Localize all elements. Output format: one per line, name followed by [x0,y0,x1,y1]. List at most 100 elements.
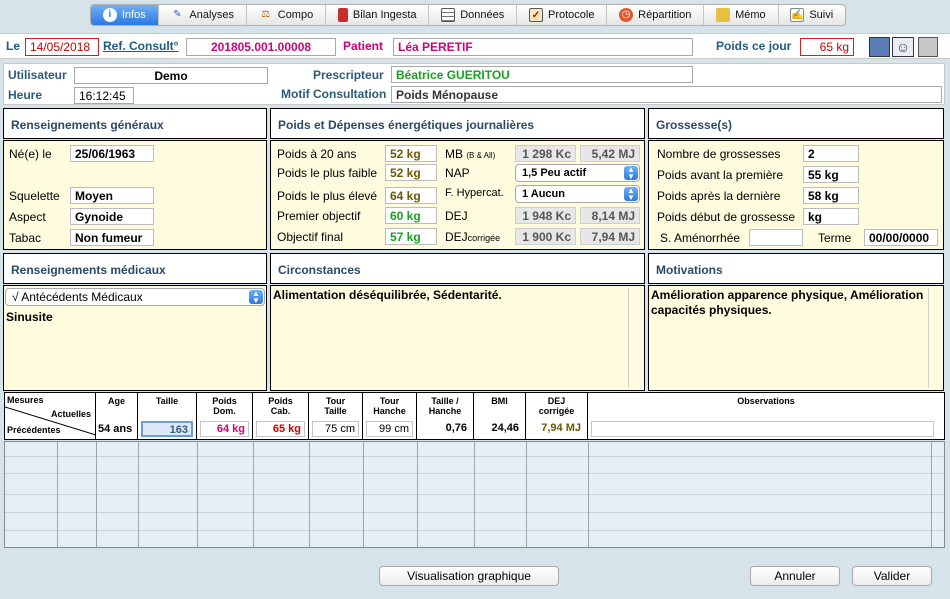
ref-consult-field[interactable]: 201805.001.00008 [186,38,336,56]
circonstances-title: Circonstances [270,253,645,284]
folder-icon [716,8,731,22]
poids-apres-field[interactable]: 58 kg [803,187,859,204]
poids-avant-field[interactable]: 55 kg [803,166,859,183]
poids-cab-field[interactable]: 65 kg [256,421,305,437]
motif-field[interactable]: Poids Ménopause [391,86,942,103]
circonstances-text: Alimentation déséquilibrée, Sédentarité. [273,288,502,302]
antecedents-select[interactable]: √ Antécédents Médicaux ▲ ▼ [5,288,265,306]
amenorrhee-label: S. Aménorrhée [660,231,741,245]
squelette-label: Squelette [9,189,60,203]
squelette-field[interactable]: Moyen [70,187,154,204]
ref-consult-link[interactable]: Ref. Consult° [103,39,178,53]
tour-hanche-header: Tour Hanche [373,396,406,416]
poids-dom-field[interactable]: 64 kg [200,421,249,437]
ne-field[interactable]: 25/06/1963 [70,145,154,162]
heure-field[interactable]: 16:12:45 [74,87,134,104]
grid-column [526,442,527,547]
tab-donnees[interactable]: Données [429,5,518,25]
utilisateur-label: Utilisateur [8,68,67,82]
observations-header: Observations [737,396,795,406]
tab-bilan-ingesta[interactable]: Bilan Ingesta [326,5,430,25]
dejc-mj-value: 7,94 MJ [580,228,640,245]
grid-column [57,442,58,547]
tour-taille-field[interactable]: 75 cm [312,421,359,437]
pfaible-label: Poids le plus faible [277,166,378,180]
utilisateur-field[interactable]: Demo [74,67,268,84]
poids-jour-label: Poids ce jour [716,39,792,53]
mb-mj-value: 5,42 MJ [580,145,640,162]
grid-column [363,442,364,547]
nb-grossesses-field[interactable]: 2 [803,145,859,162]
bmi-col: BMI 24,46 [474,393,526,439]
poids-debut-field[interactable]: kg [803,208,859,225]
nap-label: NAP [445,166,470,180]
fhyp-select-arrow-icon: ▲ ▼ [624,187,638,202]
terme-field[interactable]: 00/00/0000 [864,229,938,246]
motif-label: Motif Consultation [281,87,387,101]
mb-kc-value: 1 298 Kc [515,145,576,162]
ne-label: Né(e) le [9,147,52,161]
tabac-field[interactable]: Non fumeur [70,229,154,246]
obj1-field[interactable]: 60 kg [385,207,437,224]
objf-field[interactable]: 57 kg [385,228,437,245]
id-card-icon[interactable] [869,37,890,57]
tour-hanche-col: Tour Hanche 99 cm [363,393,417,439]
aspect-field[interactable]: Gynoide [70,208,154,225]
bmi-value: 24,46 [491,422,519,434]
jar-icon [337,8,348,22]
validate-button[interactable]: Valider [852,566,932,586]
age-col: Age 54 ans [96,393,138,439]
grid-column [474,442,475,547]
tab-repartition[interactable]: ◷ Répartition [607,5,705,25]
medical-title: Renseignements médicaux [3,253,267,284]
graph-view-button[interactable]: Visualisation graphique [379,566,559,586]
taille-hanche-value: 0,76 [445,422,467,434]
grid-column [931,442,932,547]
tour-taille-header: Tour Taille [324,396,347,416]
grid-column [309,442,310,547]
grid-column [197,442,198,547]
diagonal-divider [5,406,96,436]
tab-suivi[interactable]: ✍ Suivi [779,5,846,25]
poids-jour-field[interactable]: 65 kg [800,38,854,56]
peleve-field[interactable]: 64 kg [385,187,437,204]
dej-kc-value: 1 948 Kc [515,207,576,224]
tab-memo[interactable]: Mémo [704,5,779,25]
fhyp-select[interactable]: 1 Aucun ▲ ▼ [515,185,640,203]
pfaible-field[interactable]: 52 kg [385,164,437,181]
dej-label: DEJ [445,209,468,223]
scale-icon: ⚖ [261,9,271,20]
motivations-textarea[interactable]: Amélioration apparence physique, Amélior… [651,288,929,388]
gray-square-icon[interactable] [918,37,938,57]
date-field[interactable]: 14/05/2018 [25,38,99,56]
info-icon: i [102,8,117,22]
tab-compo[interactable]: ⚖ Compo [247,5,327,25]
nap-select[interactable]: 1,5 Peu actif ▲ ▼ [515,164,640,182]
grid-column [588,442,589,547]
fhyp-label: F. Hypercat. [445,187,504,199]
tour-hanche-field[interactable]: 99 cm [366,421,413,437]
general-title: Renseignements généraux [3,108,267,139]
circonstances-textarea[interactable]: Alimentation déséquilibrée, Sédentarité. [273,288,629,388]
patient-field[interactable]: Léa PERETIF [393,38,693,56]
prescripteur-field[interactable]: Béatrice GUERITOU [391,66,693,83]
doctor-icon[interactable]: ☺ [892,37,914,57]
taille-header: Taille [155,396,179,406]
p20-field[interactable]: 52 kg [385,145,437,162]
tab-protocole[interactable]: ✓ Protocole [517,5,608,25]
dej-mj-value: 8,14 MJ [580,207,640,224]
amenorrhee-field[interactable] [749,229,803,246]
tab-analyses[interactable]: ✎ Analyses [159,5,247,25]
taille-col: Taille 163 [138,393,197,439]
cancel-button[interactable]: Annuler [750,566,840,586]
medical-text[interactable]: Sinusite [6,310,53,324]
poids-dom-header: Poids Dom. [212,396,237,416]
history-grid[interactable] [4,441,945,548]
taille-field[interactable]: 163 [141,421,193,437]
dej-corrigee-col: DEJ corrigée 7,94 MJ [526,393,588,439]
grid-column [253,442,254,547]
tab-infos[interactable]: i Infos [91,5,159,25]
peleve-label: Poids le plus élevé [277,189,378,203]
observations-field[interactable] [591,421,934,437]
poids-apres-label: Poids après la dernière [657,189,781,203]
